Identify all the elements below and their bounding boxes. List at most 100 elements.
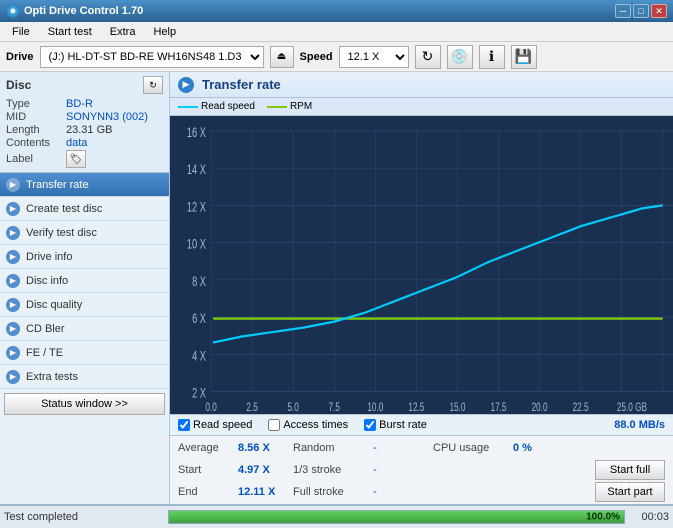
disc-length-value: 23.31 GB (66, 124, 112, 136)
chart-svg: 16 X 14 X 12 X 10 X 8 X 6 X 4 X 2 X 0.0 … (170, 116, 673, 414)
disc-contents-value: data (66, 137, 87, 149)
nav-disc-quality[interactable]: ▶ Disc quality (0, 293, 169, 317)
burst-rate-checkbox[interactable] (364, 419, 376, 431)
svg-text:12.5: 12.5 (408, 402, 424, 414)
transfer-rate-icon: ▶ (6, 178, 20, 192)
disc-mid-value: SONYNN3 (002) (66, 111, 148, 123)
legend-read-speed: Read speed (178, 101, 255, 112)
nav-extra-tests[interactable]: ▶ Extra tests (0, 365, 169, 389)
right-panel: ▶ Transfer rate Read speed RPM (170, 72, 673, 504)
access-times-checkbox[interactable] (268, 419, 280, 431)
menu-start-test[interactable]: Start test (40, 24, 100, 40)
stroke-1-3-label: 1/3 stroke (293, 464, 373, 476)
start-full-button[interactable]: Start full (595, 460, 665, 480)
disc-mid-row: MID SONYNN3 (002) (6, 111, 163, 123)
end-label: End (178, 486, 238, 498)
access-times-checkbox-item: Access times (268, 419, 348, 431)
nav-verify-test-disc-label: Verify test disc (26, 227, 97, 239)
maximize-button[interactable]: □ (633, 4, 649, 18)
nav-disc-info[interactable]: ▶ Disc info (0, 269, 169, 293)
menu-file[interactable]: File (4, 24, 38, 40)
sidebar: Disc ↻ Type BD-R MID SONYNN3 (002) Lengt… (0, 72, 170, 504)
disc-label-row: Label 🏷 (6, 150, 163, 168)
nav-create-test-disc[interactable]: ▶ Create test disc (0, 197, 169, 221)
start-value: 4.97 X (238, 464, 293, 476)
app-icon: ● (6, 4, 20, 18)
eject-button[interactable]: ⏏ (270, 46, 294, 68)
disc-title: Disc (6, 78, 31, 92)
svg-text:8 X: 8 X (192, 275, 206, 289)
read-speed-checkbox[interactable] (178, 419, 190, 431)
random-value: - (373, 442, 413, 454)
menu-extra[interactable]: Extra (102, 24, 144, 40)
drive-select[interactable]: (J:) HL-DT-ST BD-RE WH16NS48 1.D3 (40, 46, 264, 68)
average-value: 8.56 X (238, 442, 293, 454)
nav-fe-te-label: FE / TE (26, 347, 63, 359)
nav-verify-test-disc[interactable]: ▶ Verify test disc (0, 221, 169, 245)
refresh-button[interactable]: ↻ (415, 45, 441, 69)
nav-drive-info-label: Drive info (26, 251, 72, 263)
nav-items: ▶ Transfer rate ▶ Create test disc ▶ Ver… (0, 173, 169, 389)
disc-contents-label: Contents (6, 137, 66, 149)
create-test-disc-icon: ▶ (6, 202, 20, 216)
stats-row-2: Start 4.97 X 1/3 stroke - Start full (178, 460, 665, 480)
read-speed-checkbox-label: Read speed (193, 419, 252, 431)
speed-select[interactable]: 12.1 X (339, 46, 409, 68)
average-label: Average (178, 442, 238, 454)
legend-read-speed-label: Read speed (201, 101, 255, 112)
nav-transfer-rate[interactable]: ▶ Transfer rate (0, 173, 169, 197)
disc-length-row: Length 23.31 GB (6, 124, 163, 136)
stats-area: Average 8.56 X Random - CPU usage 0 % St… (170, 436, 673, 504)
disc-header: Disc ↻ (6, 76, 163, 94)
verify-test-disc-icon: ▶ (6, 226, 20, 240)
menu-help[interactable]: Help (145, 24, 184, 40)
stats-row-1: Average 8.56 X Random - CPU usage 0 % (178, 438, 665, 458)
app-title: Opti Drive Control 1.70 (24, 5, 143, 17)
svg-text:10 X: 10 X (187, 238, 206, 252)
disc-info-rows: Type BD-R MID SONYNN3 (002) Length 23.31… (6, 98, 163, 168)
full-stroke-label: Full stroke (293, 486, 373, 498)
svg-text:22.5: 22.5 (573, 402, 589, 414)
status-window-button[interactable]: Status window >> (4, 393, 165, 415)
random-label: Random (293, 442, 373, 454)
minimize-button[interactable]: ─ (615, 4, 631, 18)
chart-header: ▶ Transfer rate (170, 72, 673, 98)
close-button[interactable]: ✕ (651, 4, 667, 18)
status-bar: Test completed 100.0% 00:03 (0, 504, 673, 528)
disc-refresh-btn[interactable]: ↻ (143, 76, 163, 94)
svg-text:6 X: 6 X (192, 313, 206, 327)
read-speed-checkbox-item: Read speed (178, 419, 252, 431)
extra-tests-icon: ▶ (6, 370, 20, 384)
main-area: Disc ↻ Type BD-R MID SONYNN3 (002) Lengt… (0, 72, 673, 504)
drive-bar: Drive (J:) HL-DT-ST BD-RE WH16NS48 1.D3 … (0, 42, 673, 72)
drive-label: Drive (6, 51, 34, 63)
full-stroke-value: - (373, 486, 413, 498)
disc-label-btn[interactable]: 🏷 (66, 150, 86, 168)
save-button[interactable]: 💾 (511, 45, 537, 69)
burst-rate-checkbox-label: Burst rate (379, 419, 427, 431)
disc-type-label: Type (6, 98, 66, 110)
burst-rate-value: 88.0 MB/s (614, 419, 665, 431)
cpu-usage-label: CPU usage (433, 442, 513, 454)
svg-text:20.0: 20.0 (532, 402, 548, 414)
disc-icon-btn[interactable]: 💿 (447, 45, 473, 69)
nav-drive-info[interactable]: ▶ Drive info (0, 245, 169, 269)
legend-rpm-label: RPM (290, 101, 312, 112)
drive-info-icon: ▶ (6, 250, 20, 264)
svg-text:16 X: 16 X (187, 126, 206, 140)
nav-fe-te[interactable]: ▶ FE / TE (0, 341, 169, 365)
nav-transfer-rate-label: Transfer rate (26, 179, 89, 191)
progress-bar-fill (169, 511, 624, 523)
svg-text:12 X: 12 X (187, 201, 206, 215)
svg-text:10.0: 10.0 (367, 402, 383, 414)
nav-disc-quality-label: Disc quality (26, 299, 82, 311)
disc-info-icon: ▶ (6, 274, 20, 288)
cpu-usage-value: 0 % (513, 442, 573, 454)
time-display: 00:03 (629, 511, 669, 523)
svg-text:15.0: 15.0 (449, 402, 465, 414)
chart-title: Transfer rate (202, 77, 281, 92)
start-part-button[interactable]: Start part (595, 482, 665, 502)
info-button[interactable]: ℹ (479, 45, 505, 69)
nav-cd-bler[interactable]: ▶ CD Bler (0, 317, 169, 341)
svg-text:5.0: 5.0 (287, 402, 299, 414)
